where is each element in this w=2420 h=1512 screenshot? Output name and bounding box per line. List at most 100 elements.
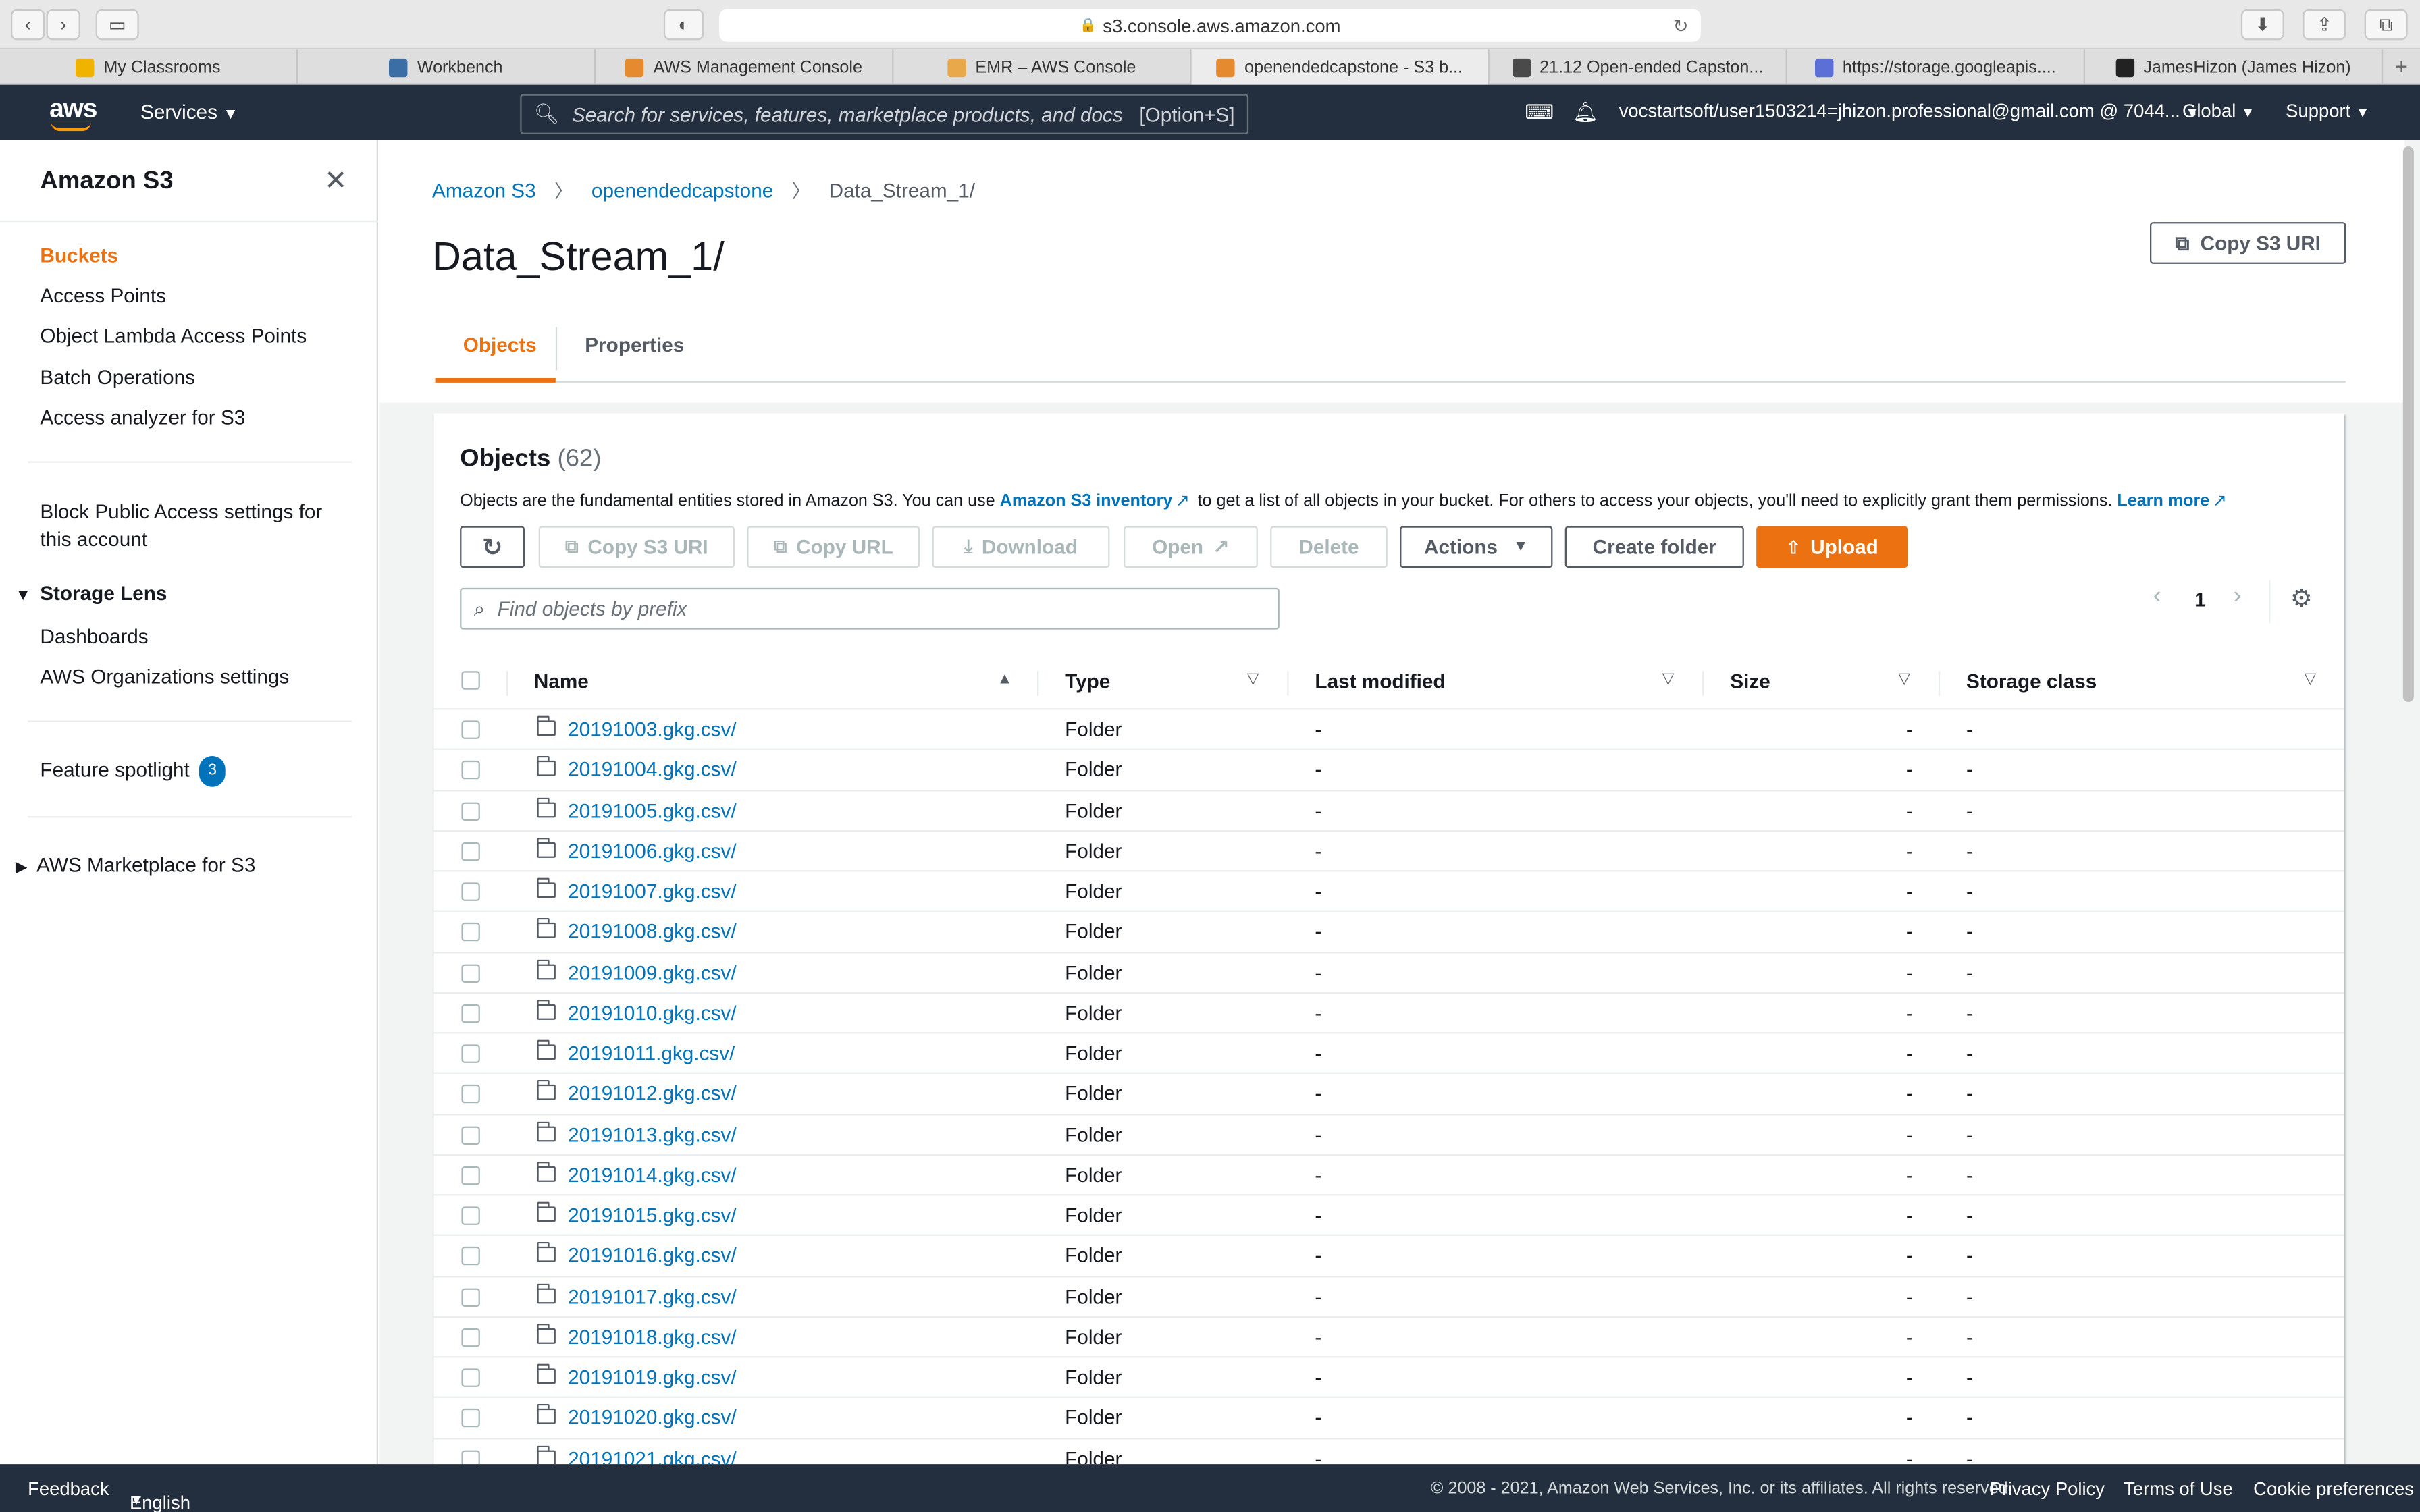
object-name-link[interactable]: 20191008.gkg.csv/ xyxy=(568,920,736,943)
tab-overview-icon[interactable]: ⧉ xyxy=(2364,9,2408,40)
sidebar-item-block-public-access[interactable]: Block Public Access settings for this ac… xyxy=(40,498,333,554)
row-checkbox[interactable] xyxy=(461,1004,480,1023)
sort-icon[interactable]: ▽ xyxy=(2305,671,2317,688)
back-icon[interactable]: ‹ xyxy=(11,9,45,40)
column-size[interactable]: Size xyxy=(1730,670,1770,693)
support-menu[interactable]: Support ▼ xyxy=(2286,101,2369,122)
row-checkbox[interactable] xyxy=(461,1287,480,1306)
object-name-link[interactable]: 20191005.gkg.csv/ xyxy=(568,799,736,821)
bell-icon[interactable]: 🔔︎ xyxy=(1573,101,1598,126)
column-storage-class[interactable]: Storage class xyxy=(1966,670,2097,693)
row-checkbox[interactable] xyxy=(461,1085,480,1104)
new-tab-icon[interactable]: + xyxy=(2383,49,2420,83)
object-name-link[interactable]: 20191021.gkg.csv/ xyxy=(568,1447,736,1464)
prev-page-icon[interactable]: ‹ xyxy=(2153,583,2161,611)
object-name-link[interactable]: 20191018.gkg.csv/ xyxy=(568,1325,736,1348)
copy-s3-uri-button[interactable]: ⧉ Copy S3 URI xyxy=(2150,222,2346,264)
object-name-link[interactable]: 20191019.gkg.csv/ xyxy=(568,1366,736,1388)
sidebar-group-storage-lens[interactable]: ▼ Storage Lens xyxy=(16,582,167,605)
browser-tab[interactable]: AWS Management Console xyxy=(596,49,894,85)
sidebar-item-access-points[interactable]: Access Points xyxy=(40,282,166,310)
privacy-policy-link[interactable]: Privacy Policy xyxy=(1989,1478,2105,1500)
column-type[interactable]: Type xyxy=(1065,670,1110,693)
row-checkbox[interactable] xyxy=(461,882,480,901)
sidebar-item-dashboards[interactable]: Dashboards xyxy=(40,623,148,651)
browser-tab[interactable]: https://storage.googleapis.... xyxy=(1787,49,2086,85)
object-name-link[interactable]: 20191011.gkg.csv/ xyxy=(568,1042,735,1064)
reload-icon[interactable]: ↻ xyxy=(1673,15,1689,36)
object-name-link[interactable]: 20191004.gkg.csv/ xyxy=(568,758,736,781)
breadcrumb-bucket[interactable]: openendedcapstone xyxy=(591,179,773,202)
row-checkbox[interactable] xyxy=(461,1166,480,1185)
sort-ascending-icon[interactable]: ▲ xyxy=(997,671,1013,688)
open-button[interactable]: Open ↗ xyxy=(1124,526,1258,568)
sort-icon[interactable]: ▽ xyxy=(1662,671,1675,688)
object-name-link[interactable]: 20191007.gkg.csv/ xyxy=(568,880,736,902)
object-name-link[interactable]: 20191012.gkg.csv/ xyxy=(568,1082,736,1105)
row-checkbox[interactable] xyxy=(461,1409,480,1428)
browser-tab[interactable]: EMR – AWS Console xyxy=(893,49,1192,85)
share-icon[interactable]: ⇪ xyxy=(2303,9,2346,40)
refresh-button[interactable]: ↻ xyxy=(460,526,525,568)
object-name-link[interactable]: 20191010.gkg.csv/ xyxy=(568,1001,736,1024)
sidebar-toggle-icon[interactable]: ▭ xyxy=(95,9,139,40)
sidebar-item-access-analyzer[interactable]: Access analyzer for S3 xyxy=(40,404,245,432)
browser-tab[interactable]: JamesHizon (James Hizon) xyxy=(2085,49,2384,85)
object-name-link[interactable]: 20191017.gkg.csv/ xyxy=(568,1285,736,1307)
tab-objects[interactable]: Objects xyxy=(463,333,537,356)
sidebar-item-feature-spotlight[interactable]: Feature spotlight 3 xyxy=(40,756,226,787)
object-name-link[interactable]: 20191003.gkg.csv/ xyxy=(568,718,736,740)
learn-more-link[interactable]: Learn more xyxy=(2117,492,2209,510)
sidebar-item-batch-operations[interactable]: Batch Operations xyxy=(40,364,195,392)
aws-logo[interactable]: aws xyxy=(49,94,97,132)
create-folder-button[interactable]: Create folder xyxy=(1564,526,1744,568)
delete-button[interactable]: Delete xyxy=(1270,526,1388,568)
account-menu[interactable]: vocstartsoft/user1503214=jhizon.professi… xyxy=(1619,101,2199,122)
download-button[interactable]: ⤓ Download xyxy=(932,526,1110,568)
page-scrollbar[interactable] xyxy=(2402,146,2414,702)
column-name[interactable]: Name xyxy=(534,670,589,693)
sort-icon[interactable]: ▽ xyxy=(1247,671,1259,688)
browser-tab[interactable]: openendedcapstone - S3 b... xyxy=(1191,49,1490,85)
privacy-shield-icon[interactable]: ◐ xyxy=(663,9,704,40)
row-checkbox[interactable] xyxy=(461,1328,480,1347)
object-name-link[interactable]: 20191014.gkg.csv/ xyxy=(568,1163,736,1186)
browser-tab[interactable]: 21.12 Open-ended Capston... xyxy=(1490,49,1787,85)
sidebar-item-buckets[interactable]: Buckets xyxy=(40,242,118,270)
cookie-preferences-link[interactable]: Cookie preferences xyxy=(2253,1478,2414,1500)
row-checkbox[interactable] xyxy=(461,1206,480,1225)
object-name-link[interactable]: 20191013.gkg.csv/ xyxy=(568,1123,736,1145)
row-checkbox[interactable] xyxy=(461,720,480,739)
row-checkbox[interactable] xyxy=(461,801,480,820)
object-name-link[interactable]: 20191020.gkg.csv/ xyxy=(568,1406,736,1429)
downloads-icon[interactable]: ⬇ xyxy=(2240,9,2284,40)
row-checkbox[interactable] xyxy=(461,923,480,942)
row-checkbox[interactable] xyxy=(461,1247,480,1266)
row-checkbox[interactable] xyxy=(461,761,480,780)
region-menu[interactable]: Global ▼ xyxy=(2182,101,2255,122)
address-bar[interactable]: 🔒 s3.console.aws.amazon.com ↻ xyxy=(719,9,1701,42)
object-name-link[interactable]: 20191009.gkg.csv/ xyxy=(568,961,736,983)
row-checkbox[interactable] xyxy=(461,1449,480,1465)
object-name-link[interactable]: 20191016.gkg.csv/ xyxy=(568,1244,736,1267)
cloudshell-icon[interactable]: ⌨ xyxy=(1525,101,1554,126)
row-checkbox[interactable] xyxy=(461,1125,480,1144)
breadcrumb-amazon-s3[interactable]: Amazon S3 xyxy=(432,179,536,202)
tab-properties[interactable]: Properties xyxy=(585,333,684,356)
gear-icon[interactable]: ⚙ xyxy=(2290,583,2313,614)
browser-tab[interactable]: Workbench xyxy=(298,49,596,85)
sidebar-item-object-lambda[interactable]: Object Lambda Access Points xyxy=(40,323,307,350)
sidebar-item-org-settings[interactable]: AWS Organizations settings xyxy=(40,664,289,691)
object-name-link[interactable]: 20191006.gkg.csv/ xyxy=(568,839,736,862)
copy-url-button[interactable]: ⧉ Copy URL xyxy=(747,526,920,568)
find-objects-input[interactable]: ⌕ Find objects by prefix xyxy=(460,587,1280,630)
upload-button[interactable]: ⇧ Upload xyxy=(1756,526,1908,568)
terms-of-use-link[interactable]: Terms of Use xyxy=(2124,1478,2233,1500)
feedback-link[interactable]: Feedback xyxy=(28,1478,109,1500)
column-last-modified[interactable]: Last modified xyxy=(1315,670,1445,693)
row-checkbox[interactable] xyxy=(461,1044,480,1063)
select-all-checkbox[interactable] xyxy=(461,671,480,690)
page-number[interactable]: 1 xyxy=(2194,588,2206,611)
actions-button[interactable]: Actions ▼ xyxy=(1400,526,1553,568)
next-page-icon[interactable]: › xyxy=(2233,583,2241,611)
